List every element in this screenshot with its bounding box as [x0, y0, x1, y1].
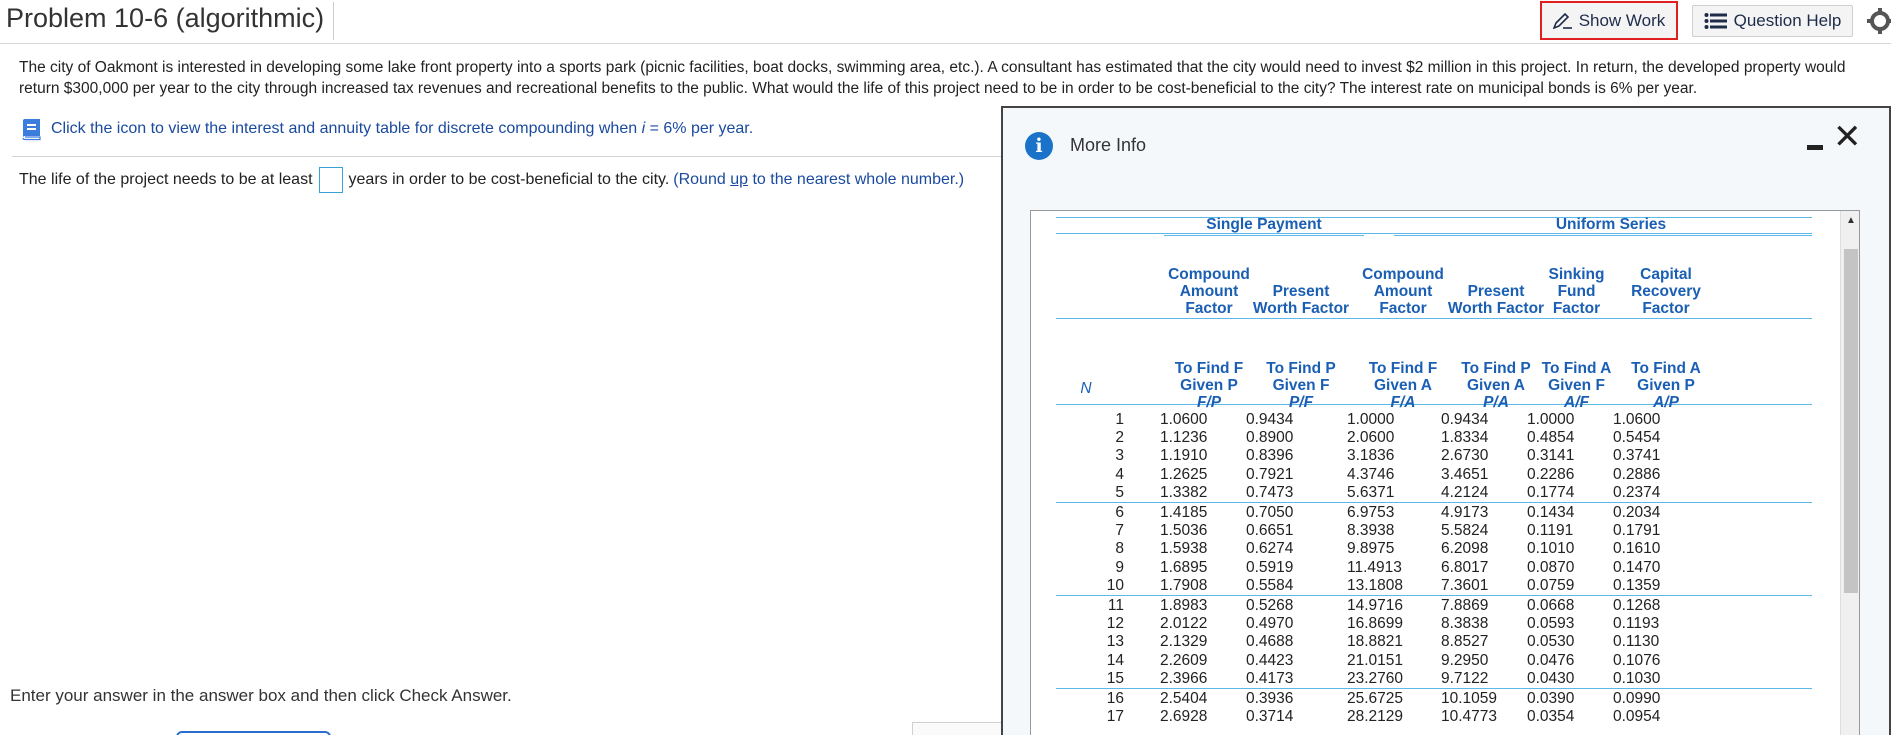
divider — [12, 156, 1002, 157]
rounding-instruction: (Round up to the nearest whole number.) — [673, 171, 965, 188]
table-cell: 10.4773 — [1441, 708, 1498, 726]
col-header-text: Factor — [1642, 300, 1690, 317]
question-help-button[interactable]: Question Help — [1692, 5, 1853, 37]
table-cell: 1.3382 — [1160, 483, 1208, 501]
gear-icon[interactable] — [1867, 8, 1891, 34]
table-cell: 23.2760 — [1347, 669, 1404, 687]
col-header-text: Worth Factor — [1252, 300, 1350, 317]
col-header-text: Factor — [1552, 300, 1601, 317]
table-cell: 9.7122 — [1441, 669, 1489, 687]
row-n: 5 — [1115, 483, 1124, 501]
title-divider — [333, 2, 334, 40]
more-info-dialog: i More Info ✕ Single Payment Uniform Ser… — [1001, 106, 1891, 735]
scroll-thumb[interactable] — [1844, 249, 1858, 593]
table-cell: 4.2124 — [1441, 483, 1489, 501]
table-cell: 0.1359 — [1613, 576, 1661, 594]
table-rule — [1164, 235, 1364, 236]
close-icon[interactable]: ✕ — [1833, 120, 1862, 154]
book-icon[interactable] — [19, 117, 43, 141]
answer-input[interactable] — [318, 167, 343, 193]
problem-header: Problem 10-6 (algorithmic) Show Work Que… — [0, 0, 1891, 44]
table-cell: 0.0354 — [1527, 708, 1575, 726]
row-n: 15 — [1106, 669, 1124, 687]
answer-prefix: The life of the project needs to be at l… — [19, 171, 313, 188]
dialog-header: i More Info ✕ — [1003, 108, 1889, 178]
table-cell: 5.6371 — [1347, 483, 1395, 501]
table-cell: 0.7473 — [1246, 483, 1294, 501]
group-header-uniform: Uniform Series — [1555, 216, 1667, 233]
col-header-n: N — [1080, 380, 1092, 397]
col-header-text: Factor — [1185, 300, 1233, 317]
table-link-text[interactable]: Click the icon to view the interest and … — [51, 120, 753, 138]
table-cell: 0.4173 — [1246, 669, 1294, 687]
page-title: Problem 10-6 (algorithmic) — [6, 3, 325, 33]
table-cell: 1.7908 — [1160, 576, 1208, 594]
question-help-label: Question Help — [1733, 11, 1842, 30]
table-rule — [1394, 235, 1812, 236]
dialog-title: More Info — [1070, 135, 1147, 155]
table-cell: 2.3966 — [1160, 669, 1208, 687]
table-cell: 0.1774 — [1527, 483, 1575, 501]
group-header-single: Single Payment — [1206, 216, 1322, 233]
minimize-button[interactable] — [1807, 145, 1823, 150]
row-n: 17 — [1106, 708, 1124, 726]
scroll-up-icon[interactable]: ▲ — [1846, 215, 1856, 226]
footer-instruction: Enter your answer in the answer box and … — [10, 686, 512, 705]
show-work-label: Show Work — [1578, 10, 1666, 30]
table-cell: 0.0759 — [1527, 576, 1575, 594]
show-work-button[interactable]: Show Work — [1540, 1, 1678, 40]
table-cell: 0.3714 — [1246, 708, 1294, 726]
partial-panel — [912, 722, 1002, 735]
table-cell: 0.0430 — [1527, 669, 1575, 687]
table-cell: 28.2129 — [1347, 708, 1404, 726]
col-header-text: Worth Factor — [1447, 300, 1545, 317]
partial-button[interactable] — [176, 731, 331, 735]
info-icon: i — [1025, 132, 1053, 160]
answer-suffix: years in order to be cost-beneficial to … — [348, 171, 670, 188]
interest-table-frame[interactable]: Single Payment Uniform Series N Compound… — [1030, 210, 1860, 735]
list-icon — [1704, 13, 1727, 29]
table-cell: 13.1808 — [1347, 576, 1404, 594]
table-scrollbar[interactable]: ▲ ▼ — [1840, 211, 1859, 735]
table-cell: 7.3601 — [1441, 576, 1489, 594]
table-cell: 0.0954 — [1613, 708, 1661, 726]
col-header-text: Factor — [1379, 300, 1427, 317]
table-cell: 2.6928 — [1160, 708, 1208, 726]
pencil-icon — [1552, 12, 1572, 29]
table-link-row[interactable]: Click the icon to view the interest and … — [19, 117, 753, 141]
answer-sentence: The life of the project needs to be at l… — [19, 167, 964, 193]
table-cell: 0.5584 — [1246, 576, 1294, 594]
problem-statement: The city of Oakmont is interested in dev… — [19, 59, 1846, 97]
table-cell: 0.1030 — [1613, 669, 1661, 687]
row-n: 10 — [1106, 576, 1124, 594]
table-cell: 0.2374 — [1613, 483, 1661, 501]
